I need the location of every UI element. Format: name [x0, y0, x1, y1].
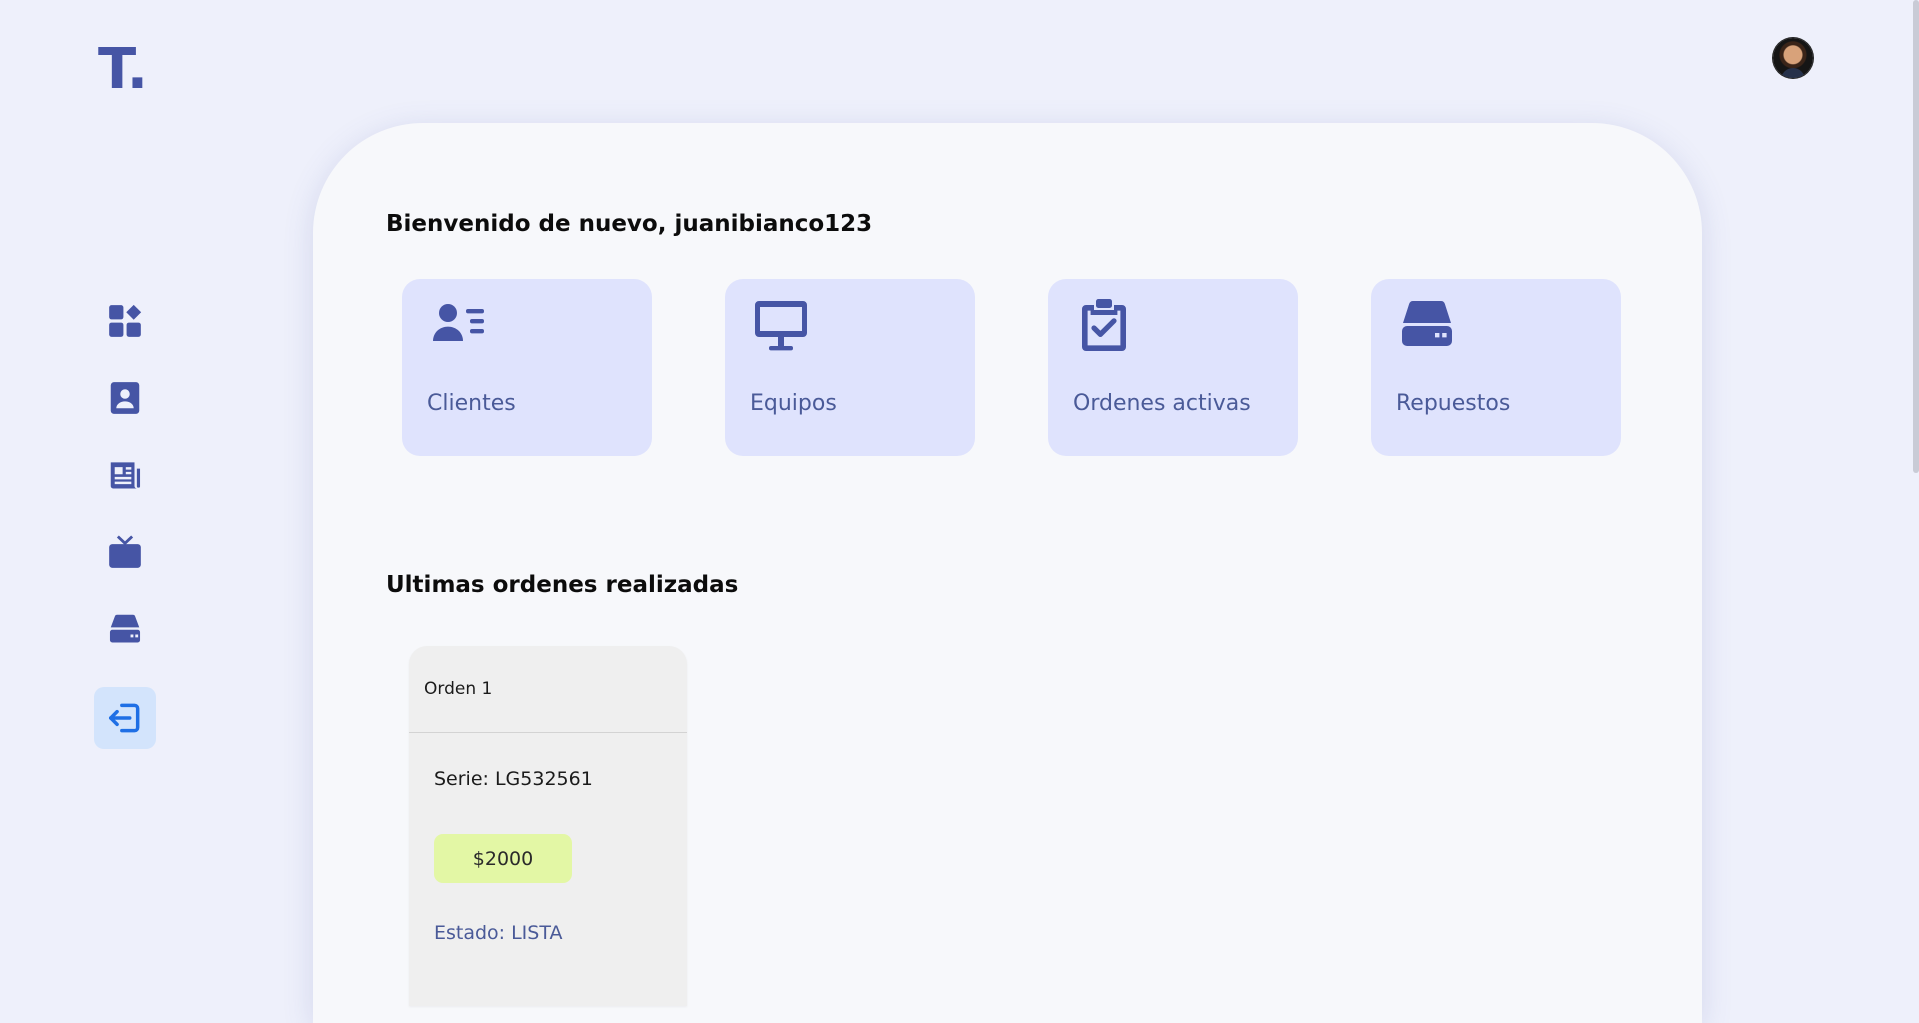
- avatar-shirt: [1781, 68, 1805, 78]
- order-serie: Serie: LG532561: [434, 768, 593, 790]
- newspaper-icon: [110, 462, 141, 489]
- main-panel: Bienvenido de nuevo, juanibianco123 Clie…: [313, 123, 1702, 1023]
- contact-icon: [110, 382, 140, 414]
- card-clientes-label: Clientes: [427, 391, 516, 416]
- order-card[interactable]: Orden 1 Serie: LG532561 $2000 Estado: LIS…: [409, 646, 687, 1006]
- hard-drive-icon: [1402, 301, 1452, 346]
- desktop-icon: [755, 301, 807, 351]
- sidebar-item-logout[interactable]: [94, 687, 156, 749]
- dashboard-icon: [109, 304, 142, 337]
- sidebar-item-clients[interactable]: [94, 367, 156, 429]
- page-scrollbar[interactable]: [1913, 0, 1919, 937]
- card-ordenes-label: Ordenes activas: [1073, 391, 1251, 416]
- order-status: Estado: LISTA: [434, 922, 562, 944]
- scrollbar-thumb[interactable]: [1913, 0, 1919, 473]
- logout-icon: [109, 703, 140, 733]
- address-card-icon: [433, 304, 484, 341]
- welcome-heading: Bienvenido de nuevo, juanibianco123: [386, 211, 873, 237]
- sidebar-item-news[interactable]: [94, 444, 156, 506]
- card-repuestos[interactable]: Repuestos: [1371, 279, 1621, 456]
- order-price-badge: $2000: [434, 834, 572, 883]
- card-equipos-label: Equipos: [750, 391, 837, 416]
- sidebar-item-dashboard[interactable]: [94, 290, 156, 352]
- tv-icon: [109, 535, 141, 568]
- card-repuestos-label: Repuestos: [1396, 391, 1511, 416]
- order-status-label: Estado:: [434, 922, 506, 944]
- order-title: Orden 1: [409, 646, 687, 733]
- sidebar-item-parts[interactable]: [94, 598, 156, 660]
- card-clientes[interactable]: Clientes: [402, 279, 652, 456]
- order-status-value: LISTA: [511, 922, 563, 944]
- card-equipos[interactable]: Equipos: [725, 279, 975, 456]
- drive-icon: [109, 614, 141, 643]
- sidebar-item-equipment[interactable]: [94, 521, 156, 583]
- user-avatar[interactable]: [1773, 38, 1813, 78]
- recent-orders-heading: Ultimas ordenes realizadas: [386, 572, 739, 598]
- clipboard-check-icon: [1082, 299, 1126, 351]
- card-ordenes-activas[interactable]: Ordenes activas: [1048, 279, 1298, 456]
- app-logo[interactable]: T.: [98, 40, 148, 100]
